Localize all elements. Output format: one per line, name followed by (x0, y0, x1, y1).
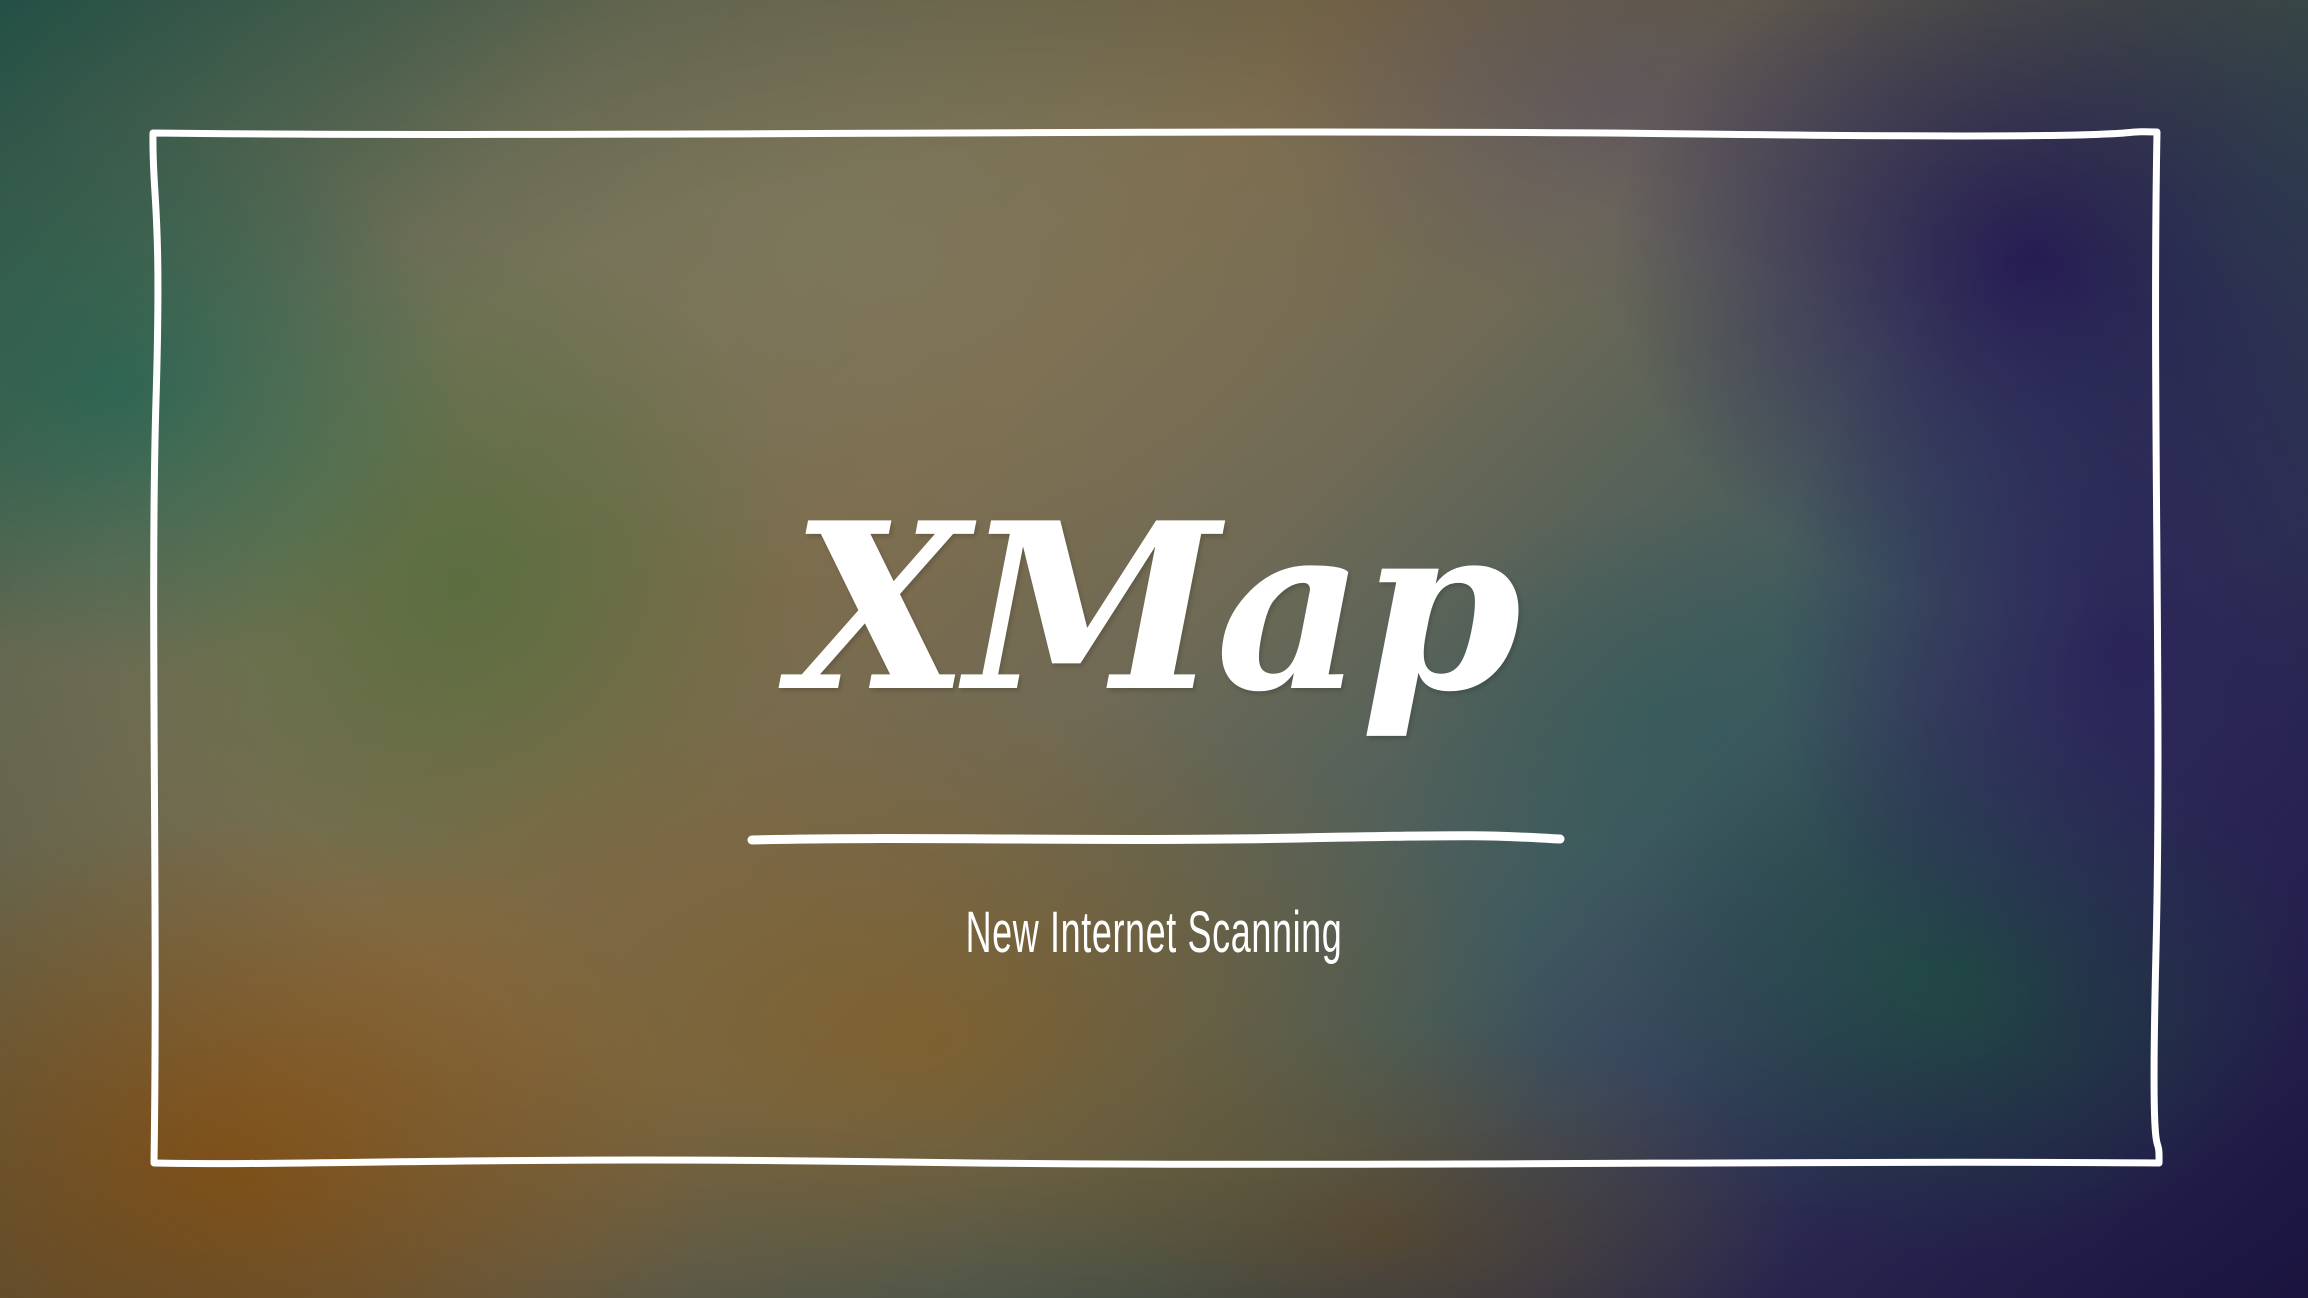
slide-title: XMap (790, 473, 1522, 743)
slide-subtitle: New Internet Scanning (965, 900, 1343, 965)
title-slide: XMap New Internet Scanning (0, 0, 2308, 1298)
title-underline (747, 831, 1565, 845)
